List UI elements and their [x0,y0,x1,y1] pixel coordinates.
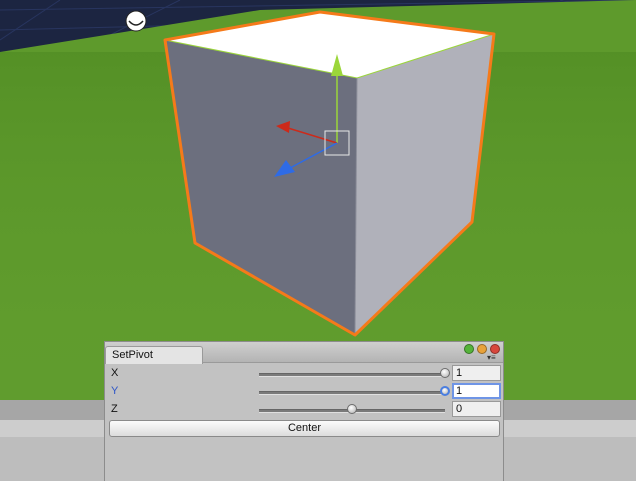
y-slider-thumb[interactable] [440,386,450,396]
x-label: X [111,367,119,379]
z-value-field[interactable]: 0 [452,401,501,417]
zoom-button[interactable] [477,344,487,354]
x-slider-track[interactable] [259,373,445,377]
row-z: Z 0 [105,400,503,418]
row-y: Y 1 [105,382,503,400]
row-x: X 1 [105,364,503,382]
center-button[interactable]: Center [109,420,500,437]
z-label: Z [111,403,118,415]
z-slider-thumb[interactable] [347,404,357,414]
minimize-button[interactable] [464,344,474,354]
y-label: Y [111,385,119,397]
light-icon[interactable] [125,10,147,32]
y-slider-track[interactable] [259,391,445,395]
tab-setpivot[interactable]: SetPivot [105,346,203,364]
window-titlebar[interactable]: SetPivot ▾≡ [105,342,503,364]
x-value-field[interactable]: 1 [452,365,501,381]
x-slider-thumb[interactable] [440,368,450,378]
setpivot-window: SetPivot ▾≡ X 1 Y 1 Z 0 Center [104,341,504,481]
panel-menu-icon[interactable]: ▾≡ [487,354,496,362]
y-value-field[interactable]: 1 [452,383,501,399]
